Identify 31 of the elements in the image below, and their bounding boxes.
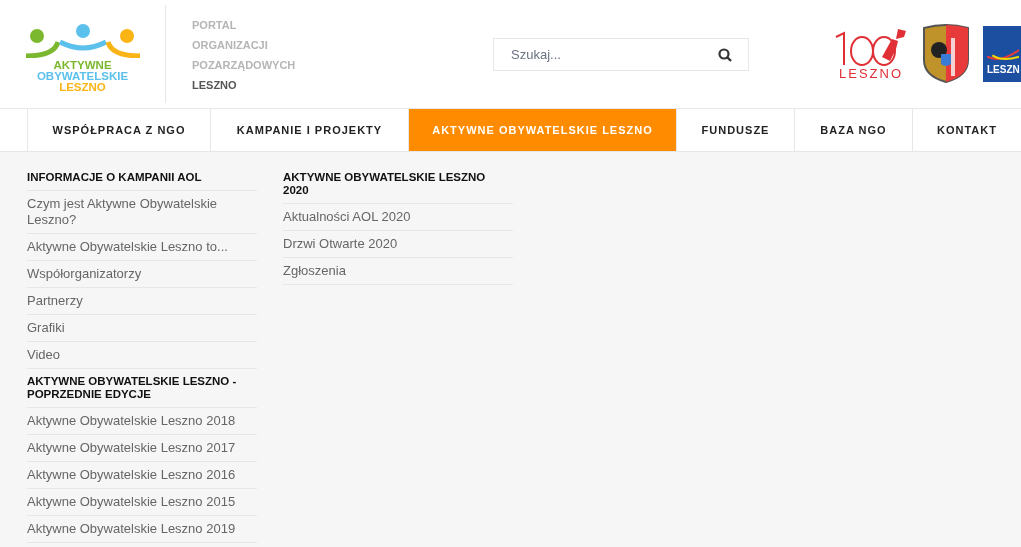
logo-figures-icon — [23, 24, 142, 58]
menu-link[interactable]: Aktywne Obywatelskie Leszno 2015 — [27, 488, 257, 516]
logo-text: LESZNO — [59, 82, 106, 93]
menu-link[interactable]: Aktywne Obywatelskie Leszno 2018 — [27, 407, 257, 435]
menu-heading: AKTYWNE OBYWATELSKIE LESZNO 2020 — [283, 171, 513, 204]
menu-link[interactable]: Aktywne Obywatelskie Leszno 2016 — [27, 461, 257, 489]
logo-text: OBYWATELSKIE — [36, 71, 129, 82]
coat-of-arms-icon — [921, 24, 971, 84]
search-field[interactable]: Szukaj... — [493, 37, 749, 71]
menu-link[interactable]: Współorganizatorzy — [27, 261, 257, 288]
logo-text: AKTYWNE — [53, 60, 112, 71]
portal-title-text: LESZNO — [192, 78, 238, 92]
logo-text: LESZN — [987, 64, 1021, 76]
menu-link[interactable]: Drzwi Otwarte 2020 — [283, 231, 513, 258]
logo-text: LESZNO — [839, 67, 903, 81]
portal-title-text: PORTAL — [192, 18, 238, 32]
menu-link[interactable]: Aktywne Obywatelskie Leszno 2017 — [27, 434, 257, 462]
menu-link[interactable]: Aktywne Obywatelskie Leszno to... — [27, 234, 257, 261]
menu-link[interactable]: Video — [27, 342, 257, 369]
centenary-emblem-icon — [834, 27, 908, 67]
menu-link[interactable]: Czym jest Aktywne Obywatelskie Leszno? — [27, 191, 257, 234]
menu-link[interactable]: Zgłoszenia — [283, 258, 513, 285]
menu-link[interactable]: Aktualności AOL 2020 — [283, 204, 513, 231]
portal-title-text: ORGANIZACJI — [192, 38, 269, 52]
portal-title-text: POZARZĄDOWYCH — [192, 58, 297, 72]
menu-link[interactable]: Aktywne Obywatelskie Leszno 2019 — [27, 515, 257, 543]
menu-link[interactable]: Partnerzy — [27, 288, 257, 315]
search-icon[interactable] — [718, 47, 732, 62]
menu-link[interactable]: Grafiki — [27, 315, 257, 342]
menu-heading: INFORMACJE O KAMPANII AOL — [27, 171, 257, 191]
menu-heading: AKTYWNE OBYWATELSKIE LESZNO - POPRZEDNIE EDYCJE — [27, 374, 257, 408]
